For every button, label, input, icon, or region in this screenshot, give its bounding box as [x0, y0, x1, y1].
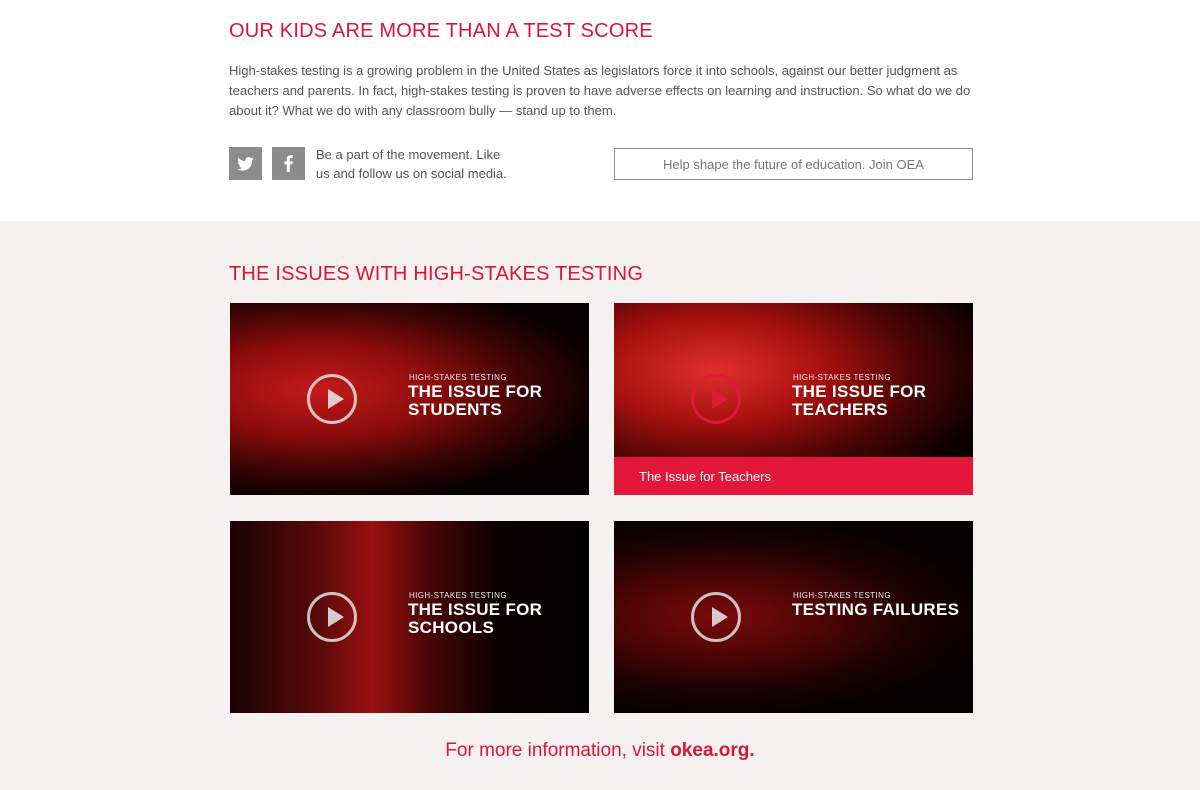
card-kicker: HIGH-STAKES TESTING [409, 591, 507, 600]
facebook-icon [284, 155, 293, 172]
issues-heading: THE ISSUES WITH HIGH-STAKES TESTING [229, 263, 644, 285]
twitter-icon [237, 156, 254, 171]
card-title: THE ISSUE FOR SCHOOLS [408, 600, 543, 637]
card-hover-caption[interactable]: The Issue for Teachers [614, 457, 973, 495]
card-kicker: HIGH-STAKES TESTING [793, 373, 891, 382]
join-oea-button[interactable]: Help shape the future of education. Join… [614, 148, 973, 180]
play-icon[interactable] [691, 374, 741, 424]
social-message: Be a part of the movement. Like us and f… [316, 147, 507, 181]
card-kicker: HIGH-STAKES TESTING [409, 373, 507, 382]
video-card-failures[interactable]: HIGH-STAKES TESTING TESTING FAILURES [614, 521, 973, 713]
card-title: TESTING FAILURES [792, 600, 960, 619]
intro-paragraph: High-stakes testing is a growing problem… [229, 63, 971, 118]
okea-link[interactable]: okea.org. [670, 740, 754, 761]
video-card-teachers[interactable]: HIGH-STAKES TESTING THE ISSUE FOR TEACHE… [614, 303, 973, 495]
video-card-students[interactable]: HIGH-STAKES TESTING THE ISSUE FOR STUDEN… [230, 303, 589, 495]
video-card-schools[interactable]: HIGH-STAKES TESTING THE ISSUE FOR SCHOOL… [230, 521, 589, 713]
play-icon[interactable] [307, 374, 357, 424]
intro-section: OUR KIDS ARE MORE THAN A TEST SCORE High… [0, 0, 1200, 221]
card-title: THE ISSUE FOR STUDENTS [408, 382, 543, 419]
facebook-button[interactable] [272, 147, 305, 180]
twitter-button[interactable] [229, 147, 262, 180]
footer-text: For more information, visit [445, 740, 671, 761]
footer-info: For more information, visit okea.org. [0, 740, 1200, 762]
play-icon[interactable] [691, 592, 741, 642]
play-icon[interactable] [307, 592, 357, 642]
card-title: THE ISSUE FOR TEACHERS [792, 382, 927, 419]
card-kicker: HIGH-STAKES TESTING [793, 591, 891, 600]
issues-section [0, 221, 1200, 790]
page-title: OUR KIDS ARE MORE THAN A TEST SCORE [229, 20, 653, 42]
